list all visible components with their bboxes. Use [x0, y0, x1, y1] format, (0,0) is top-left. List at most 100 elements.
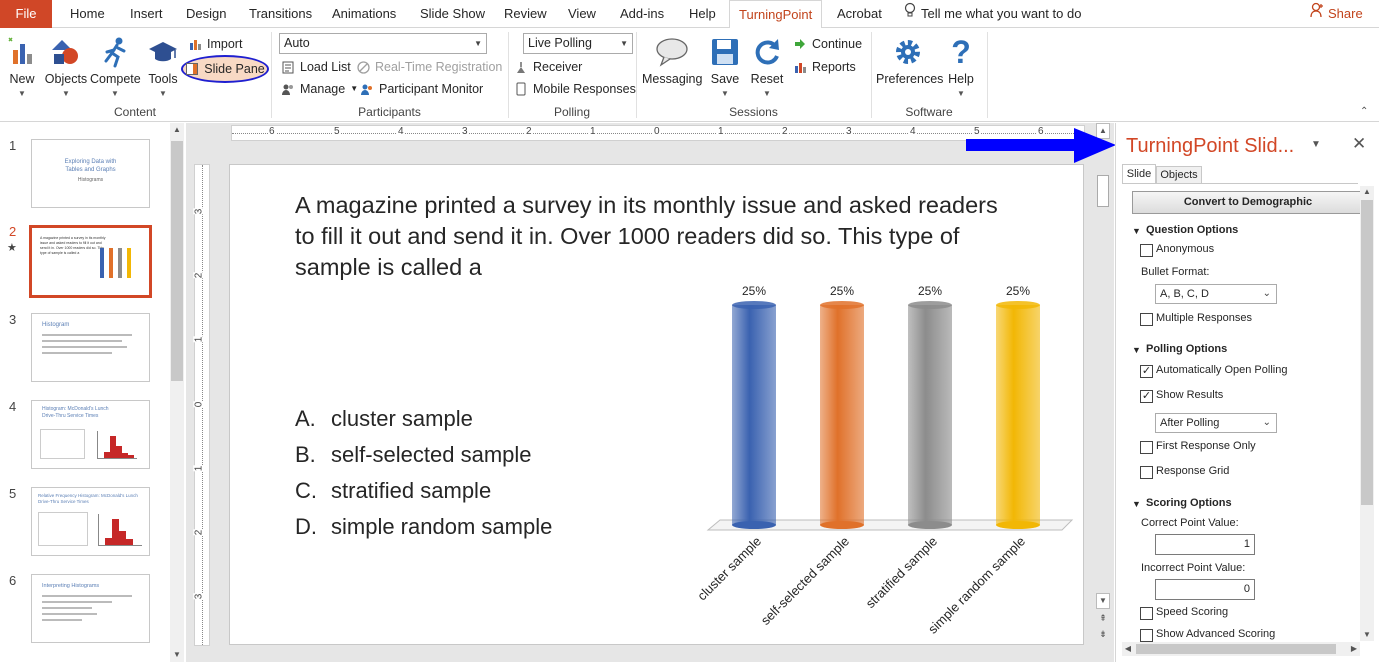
auto-open-polling-checkbox[interactable]: ✓ [1140, 365, 1153, 378]
answer-c[interactable]: C. stratified sample [295, 478, 491, 504]
load-list-button[interactable]: Load List [281, 57, 351, 77]
scroll-right-icon[interactable]: ▶ [1348, 642, 1360, 656]
manage-button[interactable]: Manage ▼ [281, 79, 358, 99]
tab-addins[interactable]: Add-ins [620, 0, 664, 28]
next-slide-icon[interactable]: ⇟ [1096, 629, 1110, 640]
ruler-label: 3 [193, 208, 205, 215]
scroll-up-icon[interactable]: ▲ [170, 123, 184, 137]
correct-point-value-input[interactable]: 1 [1155, 534, 1255, 555]
tab-turningpoint[interactable]: TurningPoint [729, 0, 823, 29]
polling-group-label: Polling [553, 105, 591, 119]
tab-animations[interactable]: Animations [332, 0, 396, 28]
thumbnail-text-line [42, 340, 122, 342]
objects-button[interactable]: Objects ▼ [44, 34, 88, 98]
slide-thumbnail-3[interactable]: Histogram [31, 313, 150, 382]
slide-thumbnail-6[interactable]: Interpreting Histograms [31, 574, 150, 643]
help-button[interactable]: ? Help ▼ [946, 34, 976, 99]
slide-pane-button[interactable]: Slide Pane [181, 55, 269, 83]
ruler-label: 2 [781, 126, 789, 137]
save-button[interactable]: Save ▼ [708, 34, 742, 98]
tab-acrobat[interactable]: Acrobat [837, 0, 882, 28]
answer-b[interactable]: B. self-selected sample [295, 442, 532, 468]
pane-horizontal-scrollbar[interactable]: ◀ ▶ [1122, 642, 1360, 656]
response-chart[interactable]: 25% cluster sample 25% self-selected sample… [690, 280, 1090, 642]
slide-thumbnail-2[interactable]: A magazine printed a survey in its month… [29, 225, 152, 298]
answer-a[interactable]: A. cluster sample [295, 406, 473, 432]
tab-view[interactable]: View [568, 0, 596, 28]
tab-help[interactable]: Help [689, 0, 716, 28]
no-entry-icon [356, 60, 370, 74]
scroll-down-icon[interactable]: ▼ [1096, 593, 1110, 609]
participant-list-dropdown[interactable]: Auto ▼ [279, 33, 487, 54]
scrollbar-thumb[interactable] [1361, 200, 1373, 505]
tab-file[interactable]: File [0, 0, 52, 28]
thumbnails-scrollbar[interactable]: ▲ ▼ [170, 123, 184, 662]
collapse-triangle-icon[interactable]: ▼ [1132, 345, 1141, 355]
collapse-triangle-icon[interactable]: ▼ [1132, 226, 1141, 236]
receiver-button[interactable]: Receiver [514, 57, 582, 77]
mobile-responses-button[interactable]: Mobile Responses [514, 79, 636, 99]
close-icon[interactable]: ✕ [1352, 134, 1366, 154]
ruler-label: 1 [717, 126, 725, 137]
scrollbar-thumb[interactable] [171, 141, 183, 381]
tab-slideshow[interactable]: Slide Show [420, 0, 485, 28]
tools-button[interactable]: Tools ▼ [146, 34, 180, 98]
preferences-button[interactable]: Preferences [876, 34, 943, 86]
show-advanced-scoring-checkbox[interactable] [1140, 629, 1153, 642]
show-results-dropdown[interactable]: After Polling ⌄ [1155, 413, 1277, 433]
tab-objects[interactable]: Objects [1156, 166, 1202, 184]
show-results-checkbox[interactable]: ✓ [1140, 390, 1153, 403]
polling-mode-dropdown[interactable]: Live Polling ▼ [523, 33, 633, 54]
tab-transitions[interactable]: Transitions [249, 0, 312, 28]
compete-button[interactable]: Compete ▼ [90, 34, 141, 98]
continue-button[interactable]: Continue [793, 34, 862, 54]
participant-monitor-button[interactable]: Participant Monitor [360, 79, 483, 99]
scroll-left-icon[interactable]: ◀ [1122, 642, 1134, 656]
question-text[interactable]: A magazine printed a survey in its month… [295, 190, 1015, 283]
import-button[interactable]: Import [188, 34, 242, 54]
convert-to-demographic-button[interactable]: Convert to Demographic [1132, 191, 1364, 214]
reset-button[interactable]: Reset ▼ [750, 34, 784, 98]
slide-pane-icon [185, 62, 199, 76]
slide-thumbnail-4[interactable]: Histogram: McDonald's Lunch Drive-Thru S… [31, 400, 150, 469]
ruler-label: 6 [268, 126, 276, 137]
tab-review[interactable]: Review [504, 0, 547, 28]
chart-bar [732, 305, 776, 525]
slide-thumbnail-5[interactable]: Relative Frequency Histogram: McDonald's… [31, 487, 150, 556]
multiple-responses-checkbox[interactable] [1140, 313, 1153, 326]
new-button[interactable]: New ▼ [6, 34, 38, 98]
scroll-down-icon[interactable]: ▼ [170, 648, 184, 662]
scroll-up-icon[interactable]: ▲ [1360, 186, 1374, 198]
incorrect-point-value-input[interactable]: 0 [1155, 579, 1255, 600]
collapse-triangle-icon[interactable]: ▼ [1132, 499, 1141, 509]
annotation-arrow [966, 128, 1116, 163]
scrollbar-thumb[interactable] [1097, 175, 1109, 207]
pane-options-chevron-icon[interactable]: ▼ [1311, 139, 1321, 150]
tab-insert[interactable]: Insert [130, 0, 163, 28]
anonymous-checkbox[interactable] [1140, 244, 1153, 257]
ruler-label: 2 [193, 529, 205, 536]
ribbon: New ▼ Objects ▼ Compete ▼ Tools ▼ Import… [0, 28, 1379, 122]
tab-home[interactable]: Home [70, 0, 105, 28]
slide-thumbnail-1[interactable]: Exploring Data with Tables and Graphs Hi… [31, 139, 150, 208]
previous-slide-icon[interactable]: ⇞ [1096, 613, 1110, 624]
collapse-ribbon-icon[interactable]: ⌃ [1360, 106, 1368, 117]
scroll-down-icon[interactable]: ▼ [1360, 629, 1374, 641]
messaging-button[interactable]: Messaging [642, 34, 702, 86]
scrollbar-thumb[interactable] [1136, 644, 1336, 654]
tell-me-search[interactable]: Tell me what you want to do [904, 0, 1081, 28]
speed-scoring-checkbox[interactable] [1140, 607, 1153, 620]
response-grid-checkbox[interactable] [1140, 466, 1153, 479]
first-response-only-checkbox[interactable] [1140, 441, 1153, 454]
slide-pane-label: Slide Pane [204, 62, 265, 76]
share-button[interactable]: Share [1310, 0, 1363, 28]
reports-button[interactable]: Reports [793, 57, 856, 77]
pane-scrollbar[interactable]: ▲ ▼ [1360, 186, 1374, 641]
tab-design[interactable]: Design [186, 0, 226, 28]
bullet-format-dropdown[interactable]: A, B, C, D ⌄ [1155, 284, 1277, 304]
realtime-registration-button[interactable]: Real-Time Registration [356, 57, 502, 77]
tab-slide[interactable]: Slide [1122, 164, 1156, 184]
slide-scrollbar[interactable]: ▲ ▼ ⇞ ⇟ [1096, 123, 1110, 662]
ruler-label: 2 [525, 126, 533, 137]
answer-d[interactable]: D. simple random sample [295, 514, 552, 540]
